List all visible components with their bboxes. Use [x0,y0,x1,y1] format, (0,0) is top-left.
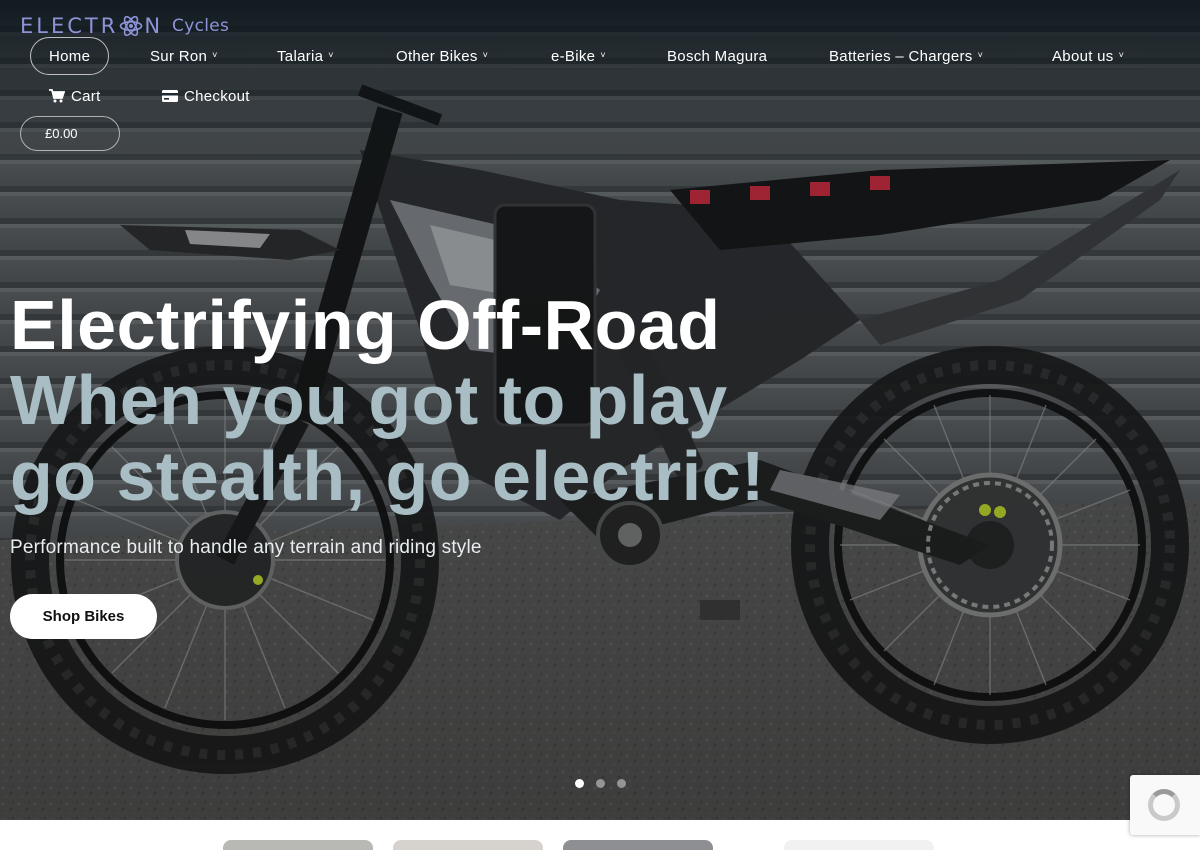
nav-label: Talaria [277,47,324,65]
hero-title: Electrifying Off-Road [10,286,721,364]
slider-dots [575,779,638,788]
chevron-down-icon: ˅ [600,50,606,60]
cart-total: £0.00 [45,126,78,141]
category-thumbnails [0,840,1200,850]
category-thumb-2[interactable] [393,840,543,850]
site-logo[interactable]: ELECTR N Cycles [20,13,229,39]
category-thumb-3[interactable] [563,840,713,850]
cart-link[interactable]: Cart [49,84,101,108]
chevron-down-icon: ˅ [328,50,334,60]
nav-label: e-Bike [551,47,596,65]
nav-label: Bosch Magura [667,47,768,65]
hero-subtitle-line-2: go stealth, go electric! [10,437,765,515]
slider-dot-1[interactable] [575,779,584,788]
recaptcha-icon [1148,789,1180,821]
nav-item-e-bike[interactable]: e-Bike ˅ [551,37,606,75]
hero-tagline: Performance built to handle any terrain … [10,537,482,558]
nav-item-bosch-magura[interactable]: Bosch Magura [667,37,767,75]
atom-icon [120,15,143,37]
nav-item-other-bikes[interactable]: Other Bikes ˅ [396,37,488,75]
category-thumb-4[interactable] [784,840,934,850]
nav-item-sur-ron[interactable]: Sur Ron ˅ [150,37,218,75]
logo-suffix: Cycles [172,16,230,36]
nav-label: Other Bikes [396,47,478,65]
nav-item-batteries-chargers[interactable]: Batteries – Chargers ˅ [829,37,983,75]
nav-item-home[interactable]: Home [30,37,110,75]
cart-total-button[interactable]: £0.00 [20,116,120,151]
shop-bikes-button[interactable]: Shop Bikes [10,594,157,639]
logo-text: ELECTR [20,14,119,38]
chevron-down-icon: ˅ [1118,50,1125,60]
checkout-link[interactable]: Checkout [162,84,250,108]
nav-item-about-us[interactable]: About us ˅ [1052,37,1124,75]
cart-icon [49,89,65,103]
checkout-label: Checkout [184,87,250,105]
slider-dot-3[interactable] [617,779,626,788]
nav-label: Sur Ron [150,47,208,65]
slider-dot-2[interactable] [596,779,605,788]
nav-label: About us [1052,47,1114,65]
hero-subtitle-line-1: When you got to play [10,361,728,439]
logo-text-end: N [144,14,164,38]
main-nav: Home Sur Ron ˅ Talaria ˅ Other Bikes ˅ e… [0,37,1200,75]
chevron-down-icon: ˅ [977,50,984,60]
category-thumb-1[interactable] [223,840,373,850]
hero-subtitle: When you got to play go stealth, go elec… [10,362,765,514]
recaptcha-badge[interactable] [1130,775,1200,835]
cart-label: Cart [71,87,101,105]
chevron-down-icon: ˅ [482,50,489,60]
chevron-down-icon: ˅ [212,50,218,60]
nav-label: Batteries – Chargers [829,47,973,65]
credit-card-icon [162,90,178,102]
nav-label: Home [49,47,91,65]
nav-item-talaria[interactable]: Talaria ˅ [277,37,334,75]
